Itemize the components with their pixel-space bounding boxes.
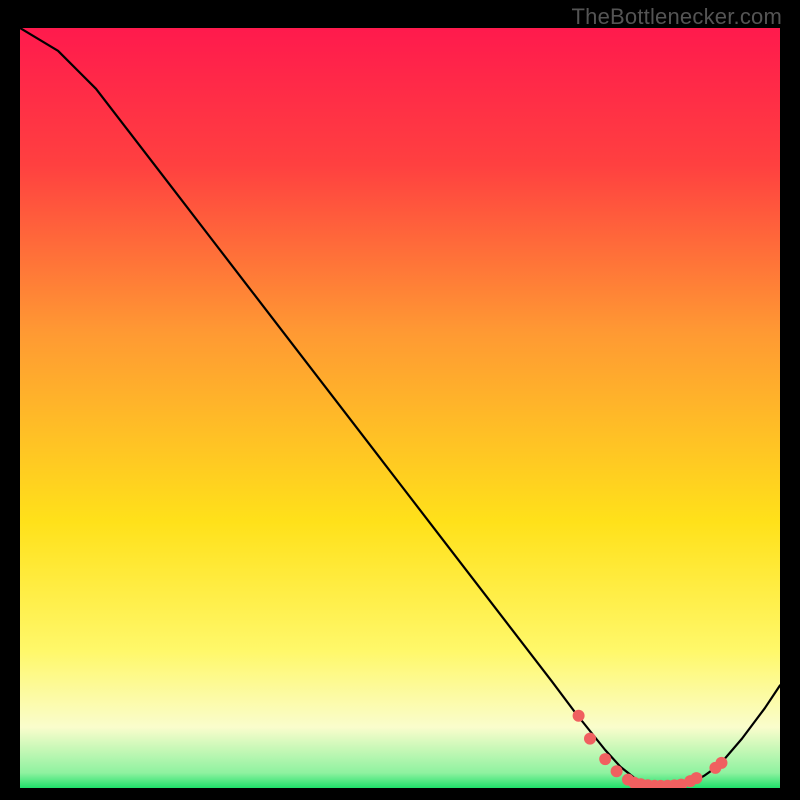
data-point [599, 753, 611, 765]
app-frame: TheBottlenecker.com [0, 0, 800, 800]
chart-svg [20, 28, 780, 788]
chart-canvas [20, 28, 780, 788]
gradient-background [20, 28, 780, 788]
data-point [573, 710, 585, 722]
data-point [611, 765, 623, 777]
data-point [715, 757, 727, 769]
data-point [584, 733, 596, 745]
data-point [690, 772, 702, 784]
watermark-text: TheBottlenecker.com [572, 4, 782, 30]
